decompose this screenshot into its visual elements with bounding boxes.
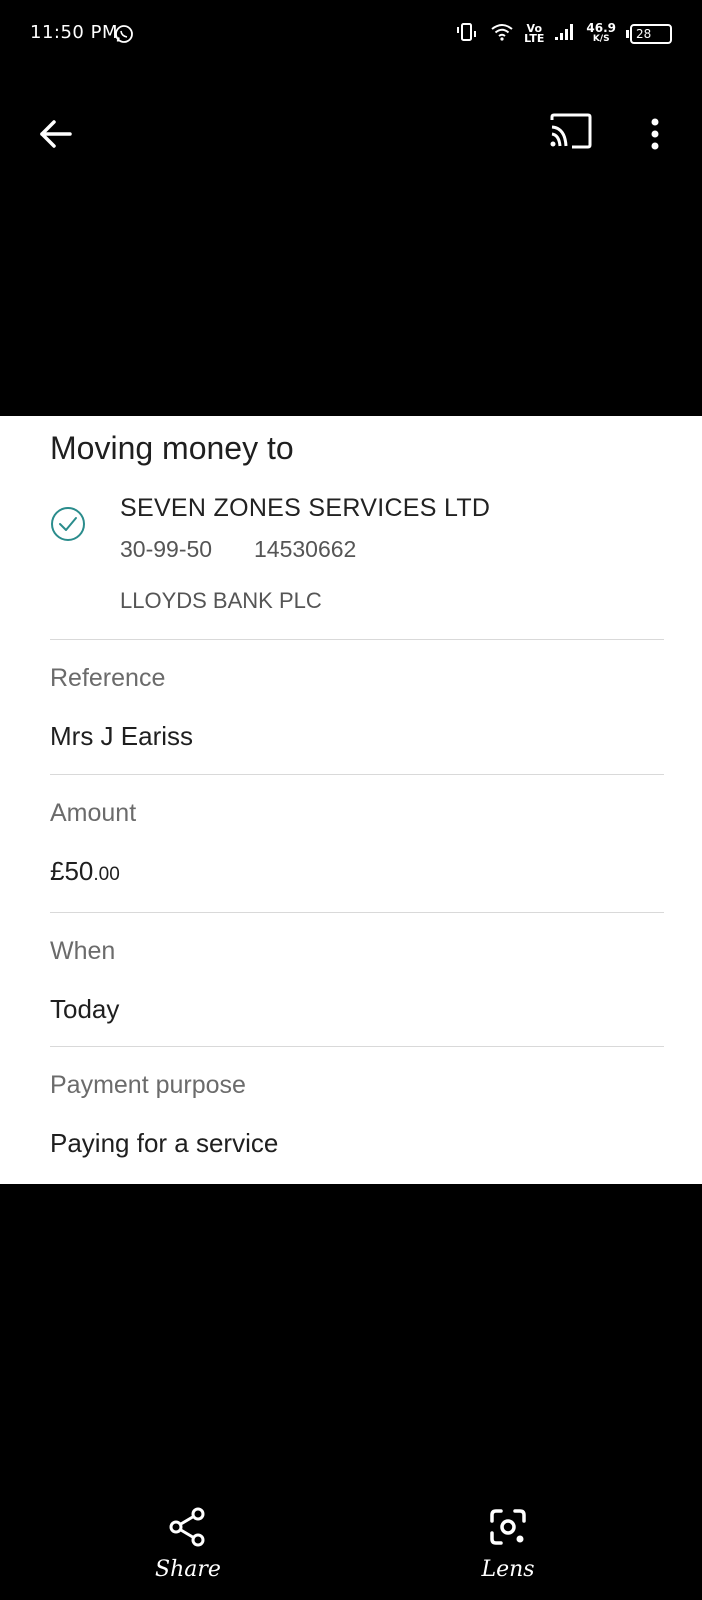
- amount-main: £50: [50, 856, 94, 886]
- reference-label: Reference: [50, 664, 166, 692]
- divider: [50, 639, 664, 640]
- when-label: When: [50, 937, 116, 965]
- wifi-icon: [490, 22, 514, 46]
- status-time: 11:50 PM: [30, 22, 118, 43]
- sort-code: 30-99-50: [120, 536, 213, 562]
- share-label: Share: [155, 1557, 221, 1582]
- net-speed-value: 46.9: [586, 21, 616, 35]
- volte-bottom: LTE: [524, 32, 545, 45]
- net-speed: 46.9 K/S: [586, 21, 616, 45]
- payee-name: SEVEN ZONES SERVICES LTD: [120, 494, 491, 522]
- page-title: Moving money to: [50, 430, 294, 466]
- status-icons: Vo LTE 46.9 K/S 28: [454, 22, 672, 46]
- reference-value: Mrs J Eariss: [50, 721, 193, 751]
- battery-level: 28: [630, 24, 672, 44]
- check-circle-icon: [50, 506, 86, 542]
- when-value: Today: [50, 994, 120, 1024]
- status-bar: 11:50 PM Vo LTE 46.9 K/S 28: [0, 0, 702, 70]
- signal-icon: [554, 22, 576, 46]
- share-icon: [166, 1507, 210, 1553]
- cast-icon[interactable]: [548, 112, 594, 156]
- amount-label: Amount: [50, 799, 137, 827]
- account-number: 14530662: [254, 536, 357, 562]
- lens-label: Lens: [481, 1557, 535, 1582]
- lens-icon: [486, 1509, 530, 1553]
- app-bar: [0, 100, 702, 170]
- arrow-left-icon[interactable]: [36, 114, 76, 154]
- lens-button[interactable]: Lens: [448, 1505, 568, 1582]
- amount-cents: .00: [93, 864, 120, 885]
- battery-nub: [626, 30, 629, 38]
- amount-value: £50.00: [50, 856, 120, 887]
- payment-details-card: Moving money to SEVEN ZONES SERVICES LTD…: [0, 416, 702, 1184]
- divider: [50, 1046, 664, 1047]
- purpose-value: Paying for a service: [50, 1128, 279, 1158]
- battery-indicator: 28: [626, 24, 672, 44]
- more-vert-icon[interactable]: [640, 114, 670, 154]
- purpose-label: Payment purpose: [50, 1071, 246, 1099]
- net-speed-unit: K/S: [592, 34, 610, 44]
- volte-indicator: Vo LTE: [524, 23, 545, 45]
- share-button[interactable]: Share: [128, 1505, 248, 1582]
- divider: [50, 774, 664, 775]
- bank-name: LLOYDS BANK PLC: [120, 588, 322, 613]
- whatsapp-icon: [114, 24, 134, 44]
- vibrate-icon: [454, 22, 480, 46]
- divider: [50, 912, 664, 913]
